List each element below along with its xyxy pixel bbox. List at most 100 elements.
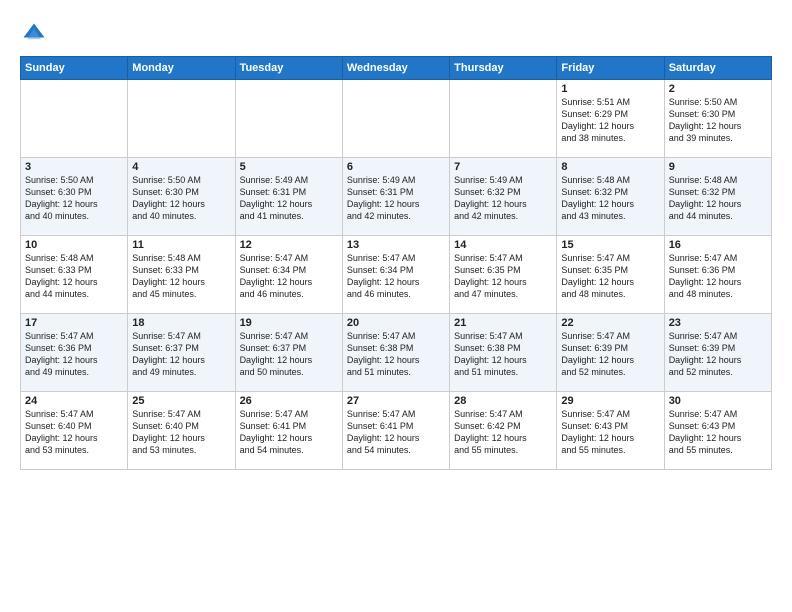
day-number: 8 <box>561 161 659 173</box>
calendar-cell: 30Sunrise: 5:47 AM Sunset: 6:43 PM Dayli… <box>664 392 771 470</box>
day-info: Sunrise: 5:47 AM Sunset: 6:38 PM Dayligh… <box>454 330 552 379</box>
day-info: Sunrise: 5:47 AM Sunset: 6:37 PM Dayligh… <box>132 330 230 379</box>
day-info: Sunrise: 5:47 AM Sunset: 6:41 PM Dayligh… <box>240 408 338 457</box>
calendar-week-1: 3Sunrise: 5:50 AM Sunset: 6:30 PM Daylig… <box>21 158 772 236</box>
header-cell-monday: Monday <box>128 57 235 80</box>
calendar-week-2: 10Sunrise: 5:48 AM Sunset: 6:33 PM Dayli… <box>21 236 772 314</box>
day-number: 26 <box>240 395 338 407</box>
logo <box>20 20 52 48</box>
day-info: Sunrise: 5:48 AM Sunset: 6:32 PM Dayligh… <box>669 174 767 223</box>
day-number: 10 <box>25 239 123 251</box>
page: SundayMondayTuesdayWednesdayThursdayFrid… <box>0 0 792 480</box>
day-number: 15 <box>561 239 659 251</box>
day-info: Sunrise: 5:50 AM Sunset: 6:30 PM Dayligh… <box>669 96 767 145</box>
calendar-cell: 9Sunrise: 5:48 AM Sunset: 6:32 PM Daylig… <box>664 158 771 236</box>
day-number: 25 <box>132 395 230 407</box>
calendar-cell: 18Sunrise: 5:47 AM Sunset: 6:37 PM Dayli… <box>128 314 235 392</box>
day-info: Sunrise: 5:47 AM Sunset: 6:36 PM Dayligh… <box>669 252 767 301</box>
day-number: 30 <box>669 395 767 407</box>
day-info: Sunrise: 5:47 AM Sunset: 6:39 PM Dayligh… <box>669 330 767 379</box>
header-cell-thursday: Thursday <box>450 57 557 80</box>
day-info: Sunrise: 5:47 AM Sunset: 6:35 PM Dayligh… <box>561 252 659 301</box>
day-number: 29 <box>561 395 659 407</box>
day-info: Sunrise: 5:49 AM Sunset: 6:31 PM Dayligh… <box>347 174 445 223</box>
header-cell-friday: Friday <box>557 57 664 80</box>
day-number: 28 <box>454 395 552 407</box>
header <box>20 16 772 48</box>
calendar-cell: 14Sunrise: 5:47 AM Sunset: 6:35 PM Dayli… <box>450 236 557 314</box>
calendar-cell: 25Sunrise: 5:47 AM Sunset: 6:40 PM Dayli… <box>128 392 235 470</box>
calendar-cell: 23Sunrise: 5:47 AM Sunset: 6:39 PM Dayli… <box>664 314 771 392</box>
day-number: 4 <box>132 161 230 173</box>
day-info: Sunrise: 5:50 AM Sunset: 6:30 PM Dayligh… <box>25 174 123 223</box>
day-info: Sunrise: 5:47 AM Sunset: 6:34 PM Dayligh… <box>347 252 445 301</box>
calendar-cell: 3Sunrise: 5:50 AM Sunset: 6:30 PM Daylig… <box>21 158 128 236</box>
day-info: Sunrise: 5:48 AM Sunset: 6:32 PM Dayligh… <box>561 174 659 223</box>
calendar-body: 1Sunrise: 5:51 AM Sunset: 6:29 PM Daylig… <box>21 80 772 470</box>
calendar-cell: 12Sunrise: 5:47 AM Sunset: 6:34 PM Dayli… <box>235 236 342 314</box>
calendar-cell: 24Sunrise: 5:47 AM Sunset: 6:40 PM Dayli… <box>21 392 128 470</box>
day-number: 1 <box>561 83 659 95</box>
calendar-cell: 7Sunrise: 5:49 AM Sunset: 6:32 PM Daylig… <box>450 158 557 236</box>
calendar-cell: 29Sunrise: 5:47 AM Sunset: 6:43 PM Dayli… <box>557 392 664 470</box>
day-info: Sunrise: 5:47 AM Sunset: 6:41 PM Dayligh… <box>347 408 445 457</box>
day-number: 18 <box>132 317 230 329</box>
calendar-cell: 20Sunrise: 5:47 AM Sunset: 6:38 PM Dayli… <box>342 314 449 392</box>
day-number: 24 <box>25 395 123 407</box>
day-number: 20 <box>347 317 445 329</box>
day-number: 11 <box>132 239 230 251</box>
day-info: Sunrise: 5:49 AM Sunset: 6:31 PM Dayligh… <box>240 174 338 223</box>
calendar-cell: 16Sunrise: 5:47 AM Sunset: 6:36 PM Dayli… <box>664 236 771 314</box>
day-number: 7 <box>454 161 552 173</box>
calendar-cell: 6Sunrise: 5:49 AM Sunset: 6:31 PM Daylig… <box>342 158 449 236</box>
day-number: 27 <box>347 395 445 407</box>
day-info: Sunrise: 5:47 AM Sunset: 6:34 PM Dayligh… <box>240 252 338 301</box>
calendar-cell: 28Sunrise: 5:47 AM Sunset: 6:42 PM Dayli… <box>450 392 557 470</box>
day-number: 14 <box>454 239 552 251</box>
day-info: Sunrise: 5:47 AM Sunset: 6:40 PM Dayligh… <box>132 408 230 457</box>
day-number: 9 <box>669 161 767 173</box>
calendar-cell <box>235 80 342 158</box>
logo-icon <box>20 20 48 48</box>
day-info: Sunrise: 5:48 AM Sunset: 6:33 PM Dayligh… <box>132 252 230 301</box>
day-number: 5 <box>240 161 338 173</box>
header-cell-saturday: Saturday <box>664 57 771 80</box>
calendar-week-4: 24Sunrise: 5:47 AM Sunset: 6:40 PM Dayli… <box>21 392 772 470</box>
calendar-cell <box>450 80 557 158</box>
calendar-cell: 4Sunrise: 5:50 AM Sunset: 6:30 PM Daylig… <box>128 158 235 236</box>
calendar-header: SundayMondayTuesdayWednesdayThursdayFrid… <box>21 57 772 80</box>
calendar-cell: 21Sunrise: 5:47 AM Sunset: 6:38 PM Dayli… <box>450 314 557 392</box>
calendar-cell: 8Sunrise: 5:48 AM Sunset: 6:32 PM Daylig… <box>557 158 664 236</box>
day-number: 16 <box>669 239 767 251</box>
day-info: Sunrise: 5:47 AM Sunset: 6:39 PM Dayligh… <box>561 330 659 379</box>
day-info: Sunrise: 5:47 AM Sunset: 6:37 PM Dayligh… <box>240 330 338 379</box>
day-number: 23 <box>669 317 767 329</box>
calendar-cell: 2Sunrise: 5:50 AM Sunset: 6:30 PM Daylig… <box>664 80 771 158</box>
day-info: Sunrise: 5:47 AM Sunset: 6:36 PM Dayligh… <box>25 330 123 379</box>
header-cell-sunday: Sunday <box>21 57 128 80</box>
day-info: Sunrise: 5:47 AM Sunset: 6:43 PM Dayligh… <box>669 408 767 457</box>
day-info: Sunrise: 5:47 AM Sunset: 6:43 PM Dayligh… <box>561 408 659 457</box>
day-number: 2 <box>669 83 767 95</box>
day-info: Sunrise: 5:47 AM Sunset: 6:40 PM Dayligh… <box>25 408 123 457</box>
calendar-week-3: 17Sunrise: 5:47 AM Sunset: 6:36 PM Dayli… <box>21 314 772 392</box>
calendar-cell: 26Sunrise: 5:47 AM Sunset: 6:41 PM Dayli… <box>235 392 342 470</box>
calendar-table: SundayMondayTuesdayWednesdayThursdayFrid… <box>20 56 772 470</box>
day-number: 12 <box>240 239 338 251</box>
day-number: 13 <box>347 239 445 251</box>
calendar-cell <box>342 80 449 158</box>
day-number: 17 <box>25 317 123 329</box>
header-cell-wednesday: Wednesday <box>342 57 449 80</box>
day-info: Sunrise: 5:49 AM Sunset: 6:32 PM Dayligh… <box>454 174 552 223</box>
calendar-cell: 5Sunrise: 5:49 AM Sunset: 6:31 PM Daylig… <box>235 158 342 236</box>
calendar-week-0: 1Sunrise: 5:51 AM Sunset: 6:29 PM Daylig… <box>21 80 772 158</box>
day-info: Sunrise: 5:48 AM Sunset: 6:33 PM Dayligh… <box>25 252 123 301</box>
calendar-cell: 27Sunrise: 5:47 AM Sunset: 6:41 PM Dayli… <box>342 392 449 470</box>
calendar-cell: 17Sunrise: 5:47 AM Sunset: 6:36 PM Dayli… <box>21 314 128 392</box>
calendar-cell: 15Sunrise: 5:47 AM Sunset: 6:35 PM Dayli… <box>557 236 664 314</box>
day-number: 3 <box>25 161 123 173</box>
header-cell-tuesday: Tuesday <box>235 57 342 80</box>
day-info: Sunrise: 5:47 AM Sunset: 6:35 PM Dayligh… <box>454 252 552 301</box>
calendar-cell: 11Sunrise: 5:48 AM Sunset: 6:33 PM Dayli… <box>128 236 235 314</box>
day-info: Sunrise: 5:47 AM Sunset: 6:42 PM Dayligh… <box>454 408 552 457</box>
